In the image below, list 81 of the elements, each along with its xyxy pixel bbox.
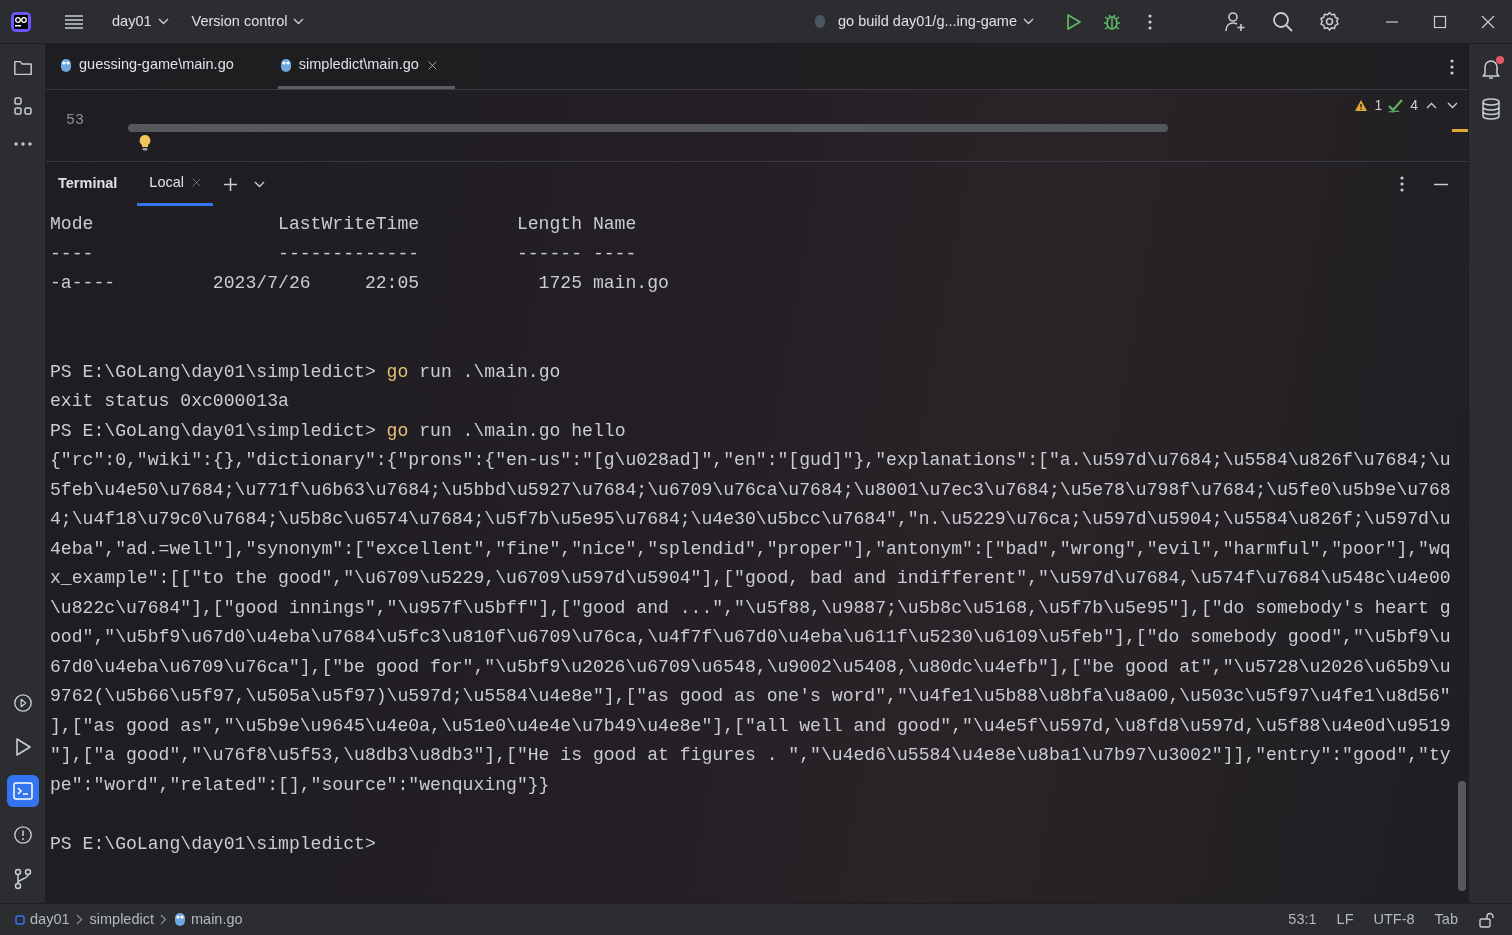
terminal-output-line: ---- ------------- ------ ---- <box>50 243 637 264</box>
line-number: 53 <box>66 111 84 131</box>
terminal-output-line: 5feb\u4e50\u7684;\u771f\u6b63\u7684;\u5bbd\u5927\u7684;\u6709\u76ca\u7684;\u8001\u7ec3\u7684;\u5e78\u798f\u7684;\u5fe0\u5b9e\u768 <box>50 479 1451 500</box>
kebab-icon <box>1400 175 1404 193</box>
status-caret-position[interactable]: 53:1 <box>1285 908 1320 931</box>
terminal-prompt: PS E:\GoLang\day01\simpledict> <box>50 361 376 382</box>
terminal-output-line: exit status 0xc000013a <box>50 391 289 411</box>
panel-title: Terminal <box>58 174 118 194</box>
terminal-tab[interactable]: Local <box>137 162 214 206</box>
gopher-icon <box>174 912 186 927</box>
gopher-icon <box>279 57 292 73</box>
app-logo-icon <box>10 10 32 33</box>
project-dropdown[interactable]: day01 <box>104 6 177 37</box>
add-user-icon <box>1224 10 1246 33</box>
terminal-output-line: 9762(\u5b66\u5f97,\u505a\u5f97)\u597d;\u5584\u4e8e"],["as good as one's word","\u4fe1\u5b88\u8bfa\u8a00,\u503c\u5f97\u4fe1\u8d56" <box>50 686 1451 706</box>
chevron-right-icon <box>76 914 83 925</box>
chevron-down-icon <box>1447 102 1458 109</box>
breadcrumb[interactable]: day01 <box>12 908 73 931</box>
kebab-icon <box>1148 12 1152 31</box>
terminal-command: go <box>386 420 409 441</box>
minimize-icon <box>1434 182 1448 186</box>
terminal-output-line: ],["as good as","\u5b9e\u9645\u4e0a,\u51e0\u4e4e\u7b49\u4e8e"],["all well and good","\u4e5f\u597d,\u8fd8\u597d,\u5f88\u4e0d\u9519 <box>50 715 1451 736</box>
terminal-output-line: 4eba","ad.=well"],"synonym":["excellent","fine","nice","splendid","proper"],"antonym":["bad","wrong","evil","harmful","poor"],"wq <box>50 538 1451 559</box>
module-icon <box>15 914 25 925</box>
warning-count: 1 <box>1374 96 1383 115</box>
gopher-icon <box>60 57 72 73</box>
plus-icon <box>223 176 239 192</box>
minimize-icon <box>1385 20 1399 23</box>
bell-icon <box>1479 58 1502 80</box>
terminal-output-line: pe":"word","related":[],"source":"wenquxing"}} <box>50 774 550 795</box>
terminal-output-line: 67d0\u4eba\u6709\u76ca"],["be good for","\u5bf9\u2026\u6709\u6548,\u9002\u5408,\u80dc\u4efb"],["be good at","\u5728\u2026\u65b9\u <box>50 656 1451 677</box>
play-icon <box>1064 12 1082 31</box>
chevron-down-icon <box>254 180 266 188</box>
breadcrumb[interactable]: simpledict <box>86 908 157 931</box>
chevron-down-icon <box>157 18 169 25</box>
search-icon <box>1272 11 1293 32</box>
terminal-output-line: x_example":[["to the good","\u6709\u5229,\u6709\u597d\u5904"],["good, bad and indifferent","\u597d\u7684,\u574f\u7684\u548c\u4e00 <box>50 568 1451 588</box>
horizontal-scrollbar[interactable] <box>128 124 1168 132</box>
status-indent-setting[interactable]: Tab <box>1431 908 1461 931</box>
chevron-down-icon <box>1023 18 1034 25</box>
vcs-dropdown[interactable]: Version control <box>183 6 313 37</box>
editor-tab[interactable]: guessing-game\main.go <box>58 44 250 89</box>
terminal-prompt: PS E:\GoLang\day01\simpledict> <box>50 420 376 441</box>
lightbulb-icon <box>138 134 152 152</box>
previous-highlight-button[interactable] <box>1424 100 1439 111</box>
terminal-output-line: ood","\u5bf9\u67d0\u4eba\u7684\u5fc3\u810f\u6709\u76ca,\u4f7f\u67d0\u4eba\u611f\u5230\u6109\u5feb"],["do somebody good","\u5bf9\u <box>50 627 1451 647</box>
status-file-encoding[interactable]: UTF-8 <box>1370 908 1418 931</box>
run-configuration-dropdown[interactable]: go build day01/g...ing-game <box>806 6 1042 37</box>
close-icon <box>1481 14 1495 29</box>
close-tab-icon[interactable] <box>192 178 202 187</box>
check-icon <box>1388 98 1405 113</box>
editor-tab[interactable]: simpledict\main.go <box>277 44 455 89</box>
maximize-icon <box>1433 14 1447 29</box>
terminal-output-line: \u822c\u7684"],["good innings","\u957f\u5bff"],["good and ...","\u5f88,\u9887;\u5b8c\u5168,\u5f7b\u5e95"],["do somebody's heart g <box>50 597 1451 618</box>
warning-marker <box>1452 129 1468 132</box>
breadcrumb[interactable]: main.go <box>171 908 246 931</box>
terminal-output-line: {"rc":0,"wiki":{},"dictionary":{"prons":{"en-us":"[g\u028ad]","en":"[gud]"},"explanations":["a.\u597d\u7684;\u5584\u826f\u7684;\u <box>50 450 1451 470</box>
terminal-command: go <box>386 361 409 382</box>
chevron-down-icon <box>293 18 305 25</box>
terminal-output-line: 4;\u4f18\u79c0\u7684;\u5b8c\u6574\u7684;\u5f7b\u5e95\u7684;\u4e30\u5bcc\u7684","n.\u5229\u76ca;\u597d\u5904;\u5584\u826f;\u597d\u <box>50 509 1451 529</box>
warning-icon <box>1354 99 1369 112</box>
check-count: 4 <box>1410 96 1418 115</box>
terminal-command-args: run .\main.go <box>419 361 561 382</box>
status-line-separator[interactable]: LF <box>1333 908 1357 931</box>
terminal-output-line: -a---- 2023/7/26 22:05 1725 main.go <box>50 273 669 293</box>
terminal-prompt: PS E:\GoLang\day01\simpledict> <box>50 833 376 854</box>
next-highlight-button[interactable] <box>1445 100 1460 111</box>
folder-icon <box>12 58 33 78</box>
vertical-scrollbar[interactable] <box>1458 781 1466 891</box>
terminal-icon[interactable] <box>6 775 39 807</box>
settings-icon <box>1319 11 1340 32</box>
kebab-icon <box>1450 57 1454 76</box>
database-icon <box>1480 98 1501 120</box>
menu-icon <box>64 13 84 30</box>
chevron-right-icon <box>160 914 168 925</box>
terminal-command-args: run .\main.go hello <box>419 420 626 441</box>
terminal-output-line: "],["a good","\u76f8\u5f53,\u8db3\u8db3"],["He is good at figures . ","\u4ed6\u5584\u4e8e\u8ba1\u7b97\u3002"]],"entry":"good","ty <box>50 745 1451 765</box>
terminal-output-line: Mode LastWriteTime Length Name <box>50 214 637 234</box>
chevron-up-icon <box>1426 102 1437 109</box>
gopher-icon <box>814 14 827 29</box>
lock-icon <box>1479 911 1494 928</box>
